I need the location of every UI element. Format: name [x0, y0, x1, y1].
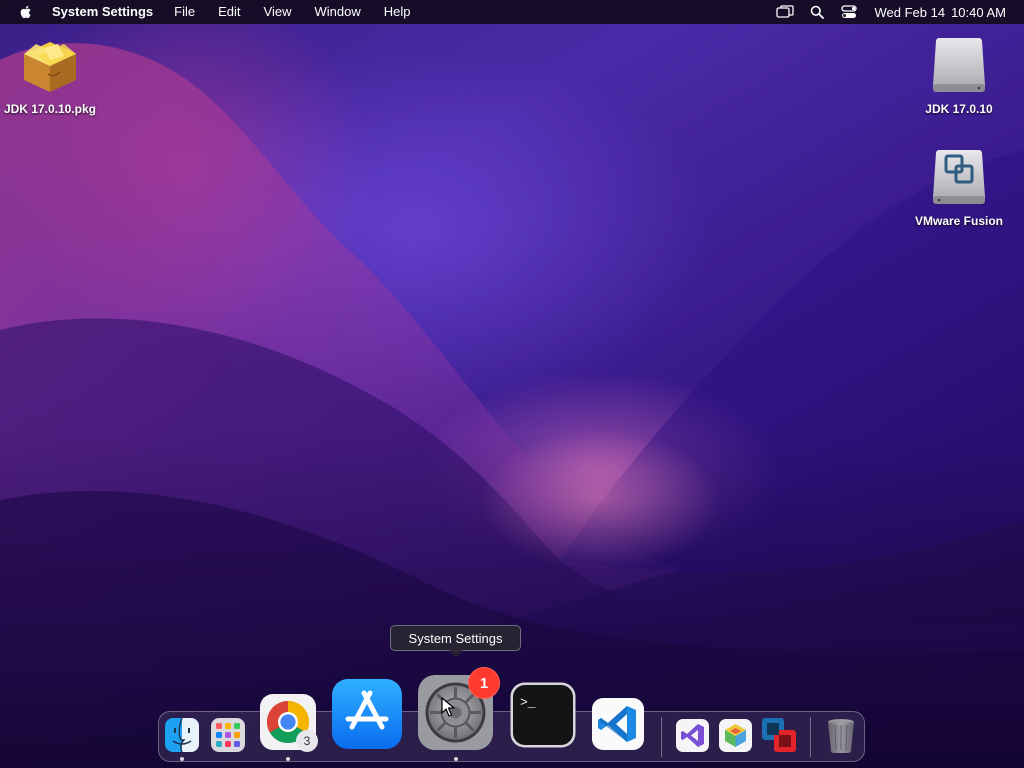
- menu-clock[interactable]: Wed Feb 14 10:40 AM: [874, 5, 1006, 20]
- vmware-fusion-icon: [762, 718, 796, 752]
- running-indicator: [180, 757, 184, 761]
- control-center-icon[interactable]: [840, 4, 858, 20]
- clock-time: 10:40 AM: [951, 4, 1006, 20]
- app-store-icon: [332, 679, 402, 749]
- menu-view[interactable]: View: [264, 0, 292, 24]
- package-cube-icon: [719, 719, 752, 752]
- mouse-cursor-icon: [441, 697, 455, 717]
- dock-item-visual-studio[interactable]: [676, 719, 709, 757]
- system-settings-badge: 1: [468, 667, 500, 699]
- spotlight-search-icon[interactable]: [808, 4, 826, 20]
- package-icon: [18, 34, 82, 96]
- menu-bar: System Settings File Edit View Window He…: [0, 0, 1024, 24]
- terminal-icon: >_: [510, 682, 576, 748]
- dock-item-terminal[interactable]: >_: [510, 682, 576, 753]
- desktop-item-jdk-pkg[interactable]: JDK 17.0.10.pkg: [2, 34, 98, 116]
- desktop-item-label: JDK 17.0.10: [925, 102, 993, 116]
- menu-help[interactable]: Help: [384, 0, 411, 24]
- menu-app-name[interactable]: System Settings: [52, 0, 153, 24]
- dock-separator: [661, 717, 662, 757]
- desktop-item-label: VMware Fusion: [914, 214, 1003, 228]
- finder-icon: [165, 717, 199, 753]
- desktop-item-vmware-volume[interactable]: VMware Fusion: [908, 146, 1010, 228]
- menu-window[interactable]: Window: [314, 0, 360, 24]
- dock-item-package-cube[interactable]: [719, 719, 752, 757]
- apple-logo-icon[interactable]: [18, 4, 34, 20]
- running-indicator: [454, 757, 458, 761]
- svg-text:>_: >_: [520, 695, 536, 710]
- dock-item-vscode[interactable]: [592, 698, 644, 755]
- running-indicator: [286, 757, 290, 761]
- menu-file[interactable]: File: [174, 0, 195, 24]
- menu-edit[interactable]: Edit: [218, 0, 240, 24]
- screen-mirroring-icon[interactable]: [776, 4, 795, 20]
- dock-item-finder[interactable]: [165, 717, 199, 757]
- dock-separator: [810, 717, 811, 757]
- desktop-wallpaper: [0, 0, 1024, 768]
- clock-date: Wed Feb 14: [874, 4, 946, 20]
- launchpad-icon: [211, 718, 245, 752]
- trash-icon: [828, 719, 854, 753]
- disk-volume-icon: [929, 34, 989, 96]
- desktop-item-label: JDK 17.0.10.pkg: [3, 102, 97, 116]
- chrome-badge: 3: [296, 730, 318, 752]
- dock-item-launchpad[interactable]: [211, 718, 245, 757]
- vscode-icon: [592, 698, 644, 750]
- desktop-item-jdk-volume[interactable]: JDK 17.0.10: [912, 34, 1006, 116]
- dock-item-app-store[interactable]: [332, 679, 402, 754]
- visual-studio-icon: [676, 719, 709, 752]
- dock-item-trash[interactable]: [826, 718, 856, 759]
- dock-item-vmware-fusion[interactable]: [760, 716, 798, 759]
- vmware-disk-icon: [929, 146, 989, 208]
- dock-tooltip: System Settings: [390, 625, 521, 657]
